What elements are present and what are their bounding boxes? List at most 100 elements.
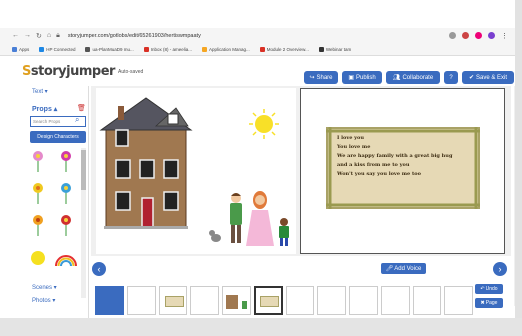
prop-flower-red[interactable] [61, 215, 71, 236]
page-thumbnail[interactable] [126, 286, 156, 315]
trash-icon[interactable]: 🗑︎ [77, 104, 86, 112]
book-editor-canvas: I love you You love me We are happy fami… [91, 86, 511, 256]
props-tab[interactable]: Props ▴ [32, 105, 57, 113]
help-button[interactable]: ? [444, 71, 458, 84]
prop-flower-magenta[interactable] [61, 151, 71, 172]
book-icon: ▣ [348, 75, 354, 81]
text-tab[interactable]: Text ▾ [32, 88, 48, 95]
page-thumbnail[interactable] [222, 286, 251, 315]
browser-nav: ← → ↻ ⌂ 🔒︎ [12, 32, 60, 40]
bookmark-item[interactable]: Application Manag... [202, 47, 250, 52]
prop-flower-yellow[interactable] [33, 183, 43, 204]
props-scrollbar[interactable] [81, 148, 86, 298]
hp-icon [39, 47, 45, 52]
chevron-left-icon: ‹ [97, 264, 101, 274]
extension-icons: ⋮ [449, 32, 508, 40]
add-voice-button[interactable]: 🎤︎ Add Voice [381, 263, 426, 274]
bookmark-item[interactable]: Inbox (8) - ameelia... [143, 47, 192, 52]
publish-button[interactable]: ▣ Publish [342, 71, 382, 84]
page-toolbar: ‹ 🎤︎ Add Voice › [91, 256, 511, 286]
page-thumbnail[interactable] [190, 286, 219, 315]
forward-icon[interactable]: → [24, 32, 31, 40]
home-icon[interactable]: ⌂ [47, 32, 51, 40]
right-page[interactable]: I love you You love me We are happy fami… [300, 88, 505, 254]
house-prop[interactable] [99, 97, 193, 229]
chevron-right-icon: › [498, 264, 502, 274]
storyjumper-logo[interactable]: Sstoryjumper [22, 64, 115, 79]
address-bar[interactable]: storyjumper.com/gotlobs/edit/65261903/he… [68, 33, 449, 39]
share-icon: ↪ [309, 75, 315, 81]
page-thumbnail[interactable] [317, 286, 347, 315]
app-header: Sstoryjumper Auto-saved ↪ Share ▣ Publish … [0, 56, 522, 86]
bookmark-item[interactable]: Apps [12, 47, 29, 52]
story-textbox[interactable]: I love you You love me We are happy fami… [326, 127, 480, 209]
save-exit-button[interactable]: ✔ Save & Exit [462, 71, 514, 84]
left-page-illustration [99, 97, 289, 246]
prop-sun-small[interactable] [31, 251, 45, 265]
profile-avatar[interactable] [488, 32, 495, 39]
close-icon: ✖ [480, 300, 485, 306]
prev-page-button[interactable]: ‹ [92, 262, 106, 276]
prop-flower-orange[interactable] [33, 215, 43, 236]
prop-rainbow[interactable] [55, 255, 77, 267]
prop-flower-pink[interactable] [33, 151, 43, 172]
prop-flower-blue[interactable] [61, 183, 71, 204]
people-icon: 👥︎ [392, 75, 401, 81]
extension-icon[interactable] [462, 32, 469, 39]
sun-prop[interactable] [249, 109, 279, 139]
bookmark-item[interactable]: Webinar tam [318, 47, 351, 52]
next-page-button[interactable]: › [493, 262, 507, 276]
extension-icon[interactable] [475, 32, 482, 39]
delete-page-button[interactable]: ✖ Page [475, 298, 503, 308]
bookmark-item[interactable]: ua-PlanMuaD9 mu... [85, 47, 134, 52]
menu-icon[interactable]: ⋮ [501, 32, 508, 40]
page-thumbnail[interactable] [380, 286, 410, 315]
star-icon[interactable] [449, 32, 456, 39]
autosave-status: Auto-saved [118, 69, 144, 75]
search-icon[interactable]: ⌕ [75, 115, 79, 125]
gmail-icon [143, 47, 149, 52]
left-page[interactable] [96, 88, 296, 254]
scenes-tab[interactable]: Scenes ▾ [32, 284, 57, 291]
page-thumbnail[interactable] [285, 286, 315, 315]
story-line: and a kiss from me to you [337, 162, 410, 168]
photos-tab[interactable]: Photos ▾ [32, 297, 55, 304]
screenshot-shadow [0, 318, 522, 336]
collaborate-button[interactable]: 👥︎ Collaborate [386, 71, 440, 84]
page-thumbnail[interactable] [158, 286, 188, 315]
page-thumbnail[interactable] [444, 286, 474, 315]
story-text[interactable]: I love you You love me We are happy fami… [328, 134, 478, 179]
page-filmstrip [95, 286, 474, 316]
story-line: You love me [337, 144, 371, 150]
textbox-thumb [164, 296, 184, 307]
selected-page-thumbnail[interactable] [253, 286, 283, 315]
dad-character[interactable] [230, 193, 242, 243]
apps-icon [12, 47, 17, 52]
undo-button[interactable]: ↶ Undo [475, 284, 503, 294]
story-line: I love you [337, 135, 365, 141]
screenshot-shadow [515, 0, 522, 336]
mom-character[interactable] [246, 191, 274, 246]
folder-icon [202, 47, 208, 52]
asset-panel: Text ▾ Props ▴ 🗑︎ Search Props ⌕ Design … [28, 86, 89, 336]
app-window: ← → ↻ ⌂ 🔒︎ storyjumper.com/gotlobs/edit/… [0, 0, 522, 336]
props-grid [31, 151, 77, 267]
mic-icon: 🎤︎ [385, 266, 394, 272]
share-button[interactable]: ↪ Share [304, 71, 338, 84]
module-icon [259, 47, 265, 52]
bookmark-item[interactable]: HP Connected [39, 47, 75, 52]
kid-character[interactable] [279, 218, 289, 246]
undo-icon: ↶ [480, 286, 485, 292]
design-characters-button[interactable]: Design Characters [30, 131, 86, 143]
page-thumbnail[interactable] [412, 286, 442, 315]
cat-prop[interactable] [209, 230, 221, 242]
reload-icon[interactable]: ↻ [36, 32, 42, 40]
back-icon[interactable]: ← [12, 32, 19, 40]
textbox-thumb [259, 296, 279, 307]
family-thumb [242, 301, 247, 309]
page-thumbnail[interactable] [349, 286, 378, 315]
bookmark-item[interactable]: Module 2 Overview... [259, 47, 309, 52]
scroll-thumb[interactable] [81, 150, 86, 190]
cover-thumbnail[interactable] [95, 286, 124, 315]
check-icon: ✔ [468, 75, 474, 81]
